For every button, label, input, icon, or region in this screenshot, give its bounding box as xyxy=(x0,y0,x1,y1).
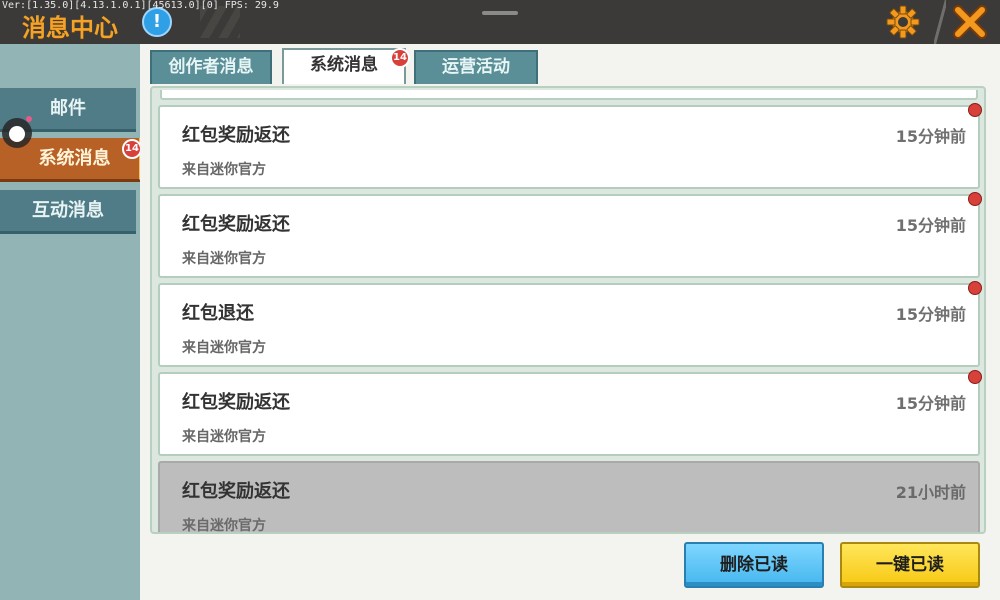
mark-all-read-button[interactable]: 一键已读 xyxy=(840,542,980,588)
tab-operations-events[interactable]: 运营活动 xyxy=(414,50,538,84)
message-time: 15分钟前 xyxy=(895,127,966,146)
message-card[interactable]: 红包奖励返还 来自迷你官方 15分钟前 xyxy=(158,370,982,456)
message-card[interactable]: 红包奖励返还 来自迷你官方 15分钟前 xyxy=(158,103,982,189)
info-icon[interactable]: ! xyxy=(142,7,172,37)
sidebar-unread-badge: 14 xyxy=(122,139,142,159)
message-time: 21小时前 xyxy=(895,483,966,502)
gear-icon[interactable] xyxy=(885,4,921,40)
message-card[interactable]: 红包退还 来自迷你官方 15分钟前 xyxy=(158,281,982,367)
sidebar-item-label: 系统消息 xyxy=(38,148,111,169)
message-card[interactable]: 红包奖励返还 来自迷你官方 15分钟前 xyxy=(158,192,982,278)
close-icon[interactable] xyxy=(950,2,990,42)
page-title: 消息中心 xyxy=(22,14,118,42)
unread-dot-icon xyxy=(968,192,982,206)
unread-dot-icon xyxy=(968,370,982,384)
message-time: 15分钟前 xyxy=(895,394,966,413)
message-title: 红包奖励返还 xyxy=(182,481,290,502)
message-title: 红包奖励返还 xyxy=(182,214,290,235)
message-sender: 来自迷你官方 xyxy=(182,429,266,445)
message-list[interactable]: 红包奖励返还 来自迷你官方 15分钟前 红包奖励返还 来自迷你官方 15分钟前 … xyxy=(150,86,986,534)
message-time: 15分钟前 xyxy=(895,216,966,235)
message-sender: 来自迷你官方 xyxy=(182,162,266,178)
debug-version-text: Ver:[1.35.0][4.13.1.0.1][45613.0][0] FPS… xyxy=(2,0,279,11)
touch-cursor-pip xyxy=(26,116,32,122)
unread-dot-icon xyxy=(968,103,982,117)
sidebar-item-interaction-messages[interactable]: 互动消息 xyxy=(0,190,136,234)
drag-handle[interactable] xyxy=(482,11,518,15)
unread-dot-icon xyxy=(968,281,982,295)
tab-label: 运营活动 xyxy=(442,57,510,77)
message-time: 15分钟前 xyxy=(895,305,966,324)
header-divider xyxy=(934,0,946,44)
sidebar-item-label: 邮件 xyxy=(50,98,86,119)
message-title: 红包奖励返还 xyxy=(182,125,290,146)
message-sender: 来自迷你官方 xyxy=(182,518,266,534)
touch-cursor xyxy=(2,118,32,148)
sidebar-item-label: 互动消息 xyxy=(32,200,104,221)
message-title: 红包奖励返还 xyxy=(182,392,290,413)
message-sender: 来自迷你官方 xyxy=(182,251,266,267)
tab-unread-badge: 14 xyxy=(390,48,410,68)
message-sender: 来自迷你官方 xyxy=(182,340,266,356)
list-item-partial xyxy=(160,90,978,100)
message-title: 红包退还 xyxy=(182,303,254,324)
tab-system-messages[interactable]: 系统消息 xyxy=(282,48,406,84)
message-card[interactable]: 红包奖励返还 来自迷你官方 21小时前 xyxy=(158,461,980,534)
tab-label: 系统消息 xyxy=(310,55,378,75)
tab-label: 创作者消息 xyxy=(168,57,254,77)
delete-read-button[interactable]: 删除已读 xyxy=(684,542,824,588)
tab-creator-messages[interactable]: 创作者消息 xyxy=(150,50,272,84)
